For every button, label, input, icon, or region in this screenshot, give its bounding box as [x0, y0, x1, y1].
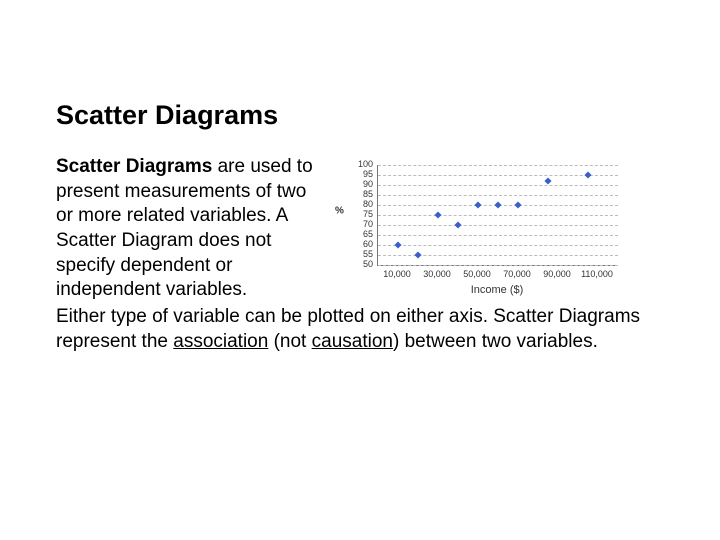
- bottom-text-b: (not: [268, 331, 311, 352]
- y-axis-label: %: [335, 205, 344, 218]
- grid-line: [378, 185, 618, 186]
- grid-line: [378, 175, 618, 176]
- x-tick-label: 10,000: [383, 269, 411, 281]
- data-point: [474, 201, 481, 208]
- data-point: [454, 221, 461, 228]
- data-point: [394, 241, 401, 248]
- y-tick-label: 90: [353, 179, 373, 191]
- grid-line: [378, 245, 618, 246]
- left-text-block: Scatter Diagrams are used to present mea…: [56, 155, 321, 303]
- y-tick-label: 100: [353, 159, 373, 171]
- y-tick-label: 60: [353, 239, 373, 251]
- y-tick-label: 50: [353, 259, 373, 271]
- chart-container: % Income ($) 50556065707580859095100 10,0…: [333, 155, 633, 301]
- data-point: [514, 201, 521, 208]
- grid-line: [378, 195, 618, 196]
- grid-line: [378, 235, 618, 236]
- y-tick-label: 95: [353, 169, 373, 181]
- x-tick-label: 90,000: [543, 269, 571, 281]
- lead-bold: Scatter Diagrams: [56, 156, 212, 177]
- slide: Scatter Diagrams Scatter Diagrams are us…: [0, 0, 720, 540]
- grid-line: [378, 225, 618, 226]
- left-paragraph-rest: are used to present measurements of two …: [56, 156, 313, 300]
- data-point: [434, 211, 441, 218]
- plot-area: [377, 165, 618, 266]
- data-point: [494, 201, 501, 208]
- underline-causation: causation: [312, 331, 393, 352]
- y-tick-label: 85: [353, 189, 373, 201]
- data-point: [544, 177, 551, 184]
- underline-association: association: [173, 331, 268, 352]
- x-axis-label: Income ($): [377, 283, 617, 297]
- bottom-paragraph: Either type of variable can be plotted o…: [56, 305, 664, 354]
- top-row: Scatter Diagrams are used to present mea…: [56, 155, 664, 303]
- x-tick-label: 50,000: [463, 269, 491, 281]
- x-tick-label: 30,000: [423, 269, 451, 281]
- data-point: [584, 171, 591, 178]
- body-text: Scatter Diagrams are used to present mea…: [56, 155, 664, 355]
- x-tick-label: 110,000: [581, 269, 613, 281]
- x-tick-label: 70,000: [503, 269, 531, 281]
- grid-line: [378, 165, 618, 166]
- bottom-text-c: ) between two variables.: [393, 331, 598, 352]
- data-point: [414, 251, 421, 258]
- scatter-chart: % Income ($) 50556065707580859095100 10,0…: [333, 161, 633, 301]
- page-title: Scatter Diagrams: [56, 100, 664, 131]
- y-tick-label: 65: [353, 229, 373, 241]
- y-tick-label: 55: [353, 249, 373, 261]
- y-tick-label: 80: [353, 199, 373, 211]
- y-tick-label: 70: [353, 219, 373, 231]
- y-tick-label: 75: [353, 209, 373, 221]
- grid-line: [378, 215, 618, 216]
- grid-line: [378, 265, 618, 266]
